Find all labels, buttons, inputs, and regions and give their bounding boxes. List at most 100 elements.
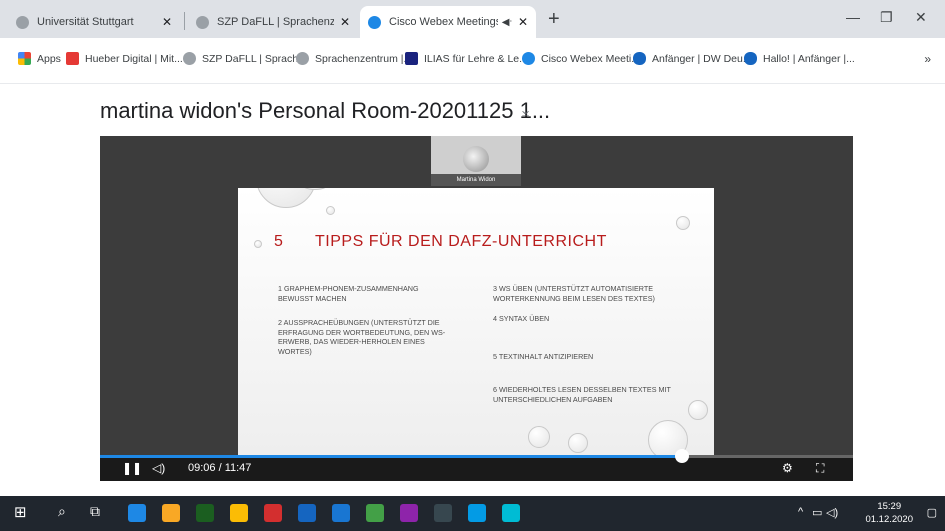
bookmark-label: Hallo! | Anfänger |... bbox=[763, 52, 855, 65]
windows-taskbar: ⊞ ⌕ ⧉ ^ ▭ ◁) 15:29 01.12.2020 ▢ bbox=[0, 496, 945, 531]
bookmark-dw-anfaenger[interactable]: Anfänger | DW Deu... bbox=[633, 52, 752, 65]
ilias-icon bbox=[405, 52, 418, 65]
tray-overflow-icon[interactable]: ^ bbox=[798, 506, 803, 518]
windows-start-icon[interactable]: ⊞ bbox=[14, 503, 27, 521]
clock-date: 01.12.2020 bbox=[865, 514, 913, 525]
volume-icon[interactable]: ◁) bbox=[152, 461, 165, 475]
bookmark-apps[interactable]: Apps bbox=[18, 52, 61, 65]
seek-handle[interactable] bbox=[675, 449, 689, 463]
dw-icon bbox=[633, 52, 646, 65]
slide-decoration-bubble bbox=[326, 206, 335, 215]
file-explorer-icon[interactable] bbox=[162, 504, 180, 522]
bookmark-label: Hueber Digital | Mit... bbox=[85, 52, 183, 65]
bookmark-cisco-webex[interactable]: Cisco Webex Meeti... bbox=[522, 52, 640, 65]
outlook-icon[interactable] bbox=[332, 504, 350, 522]
bookmarks-bar: Apps Hueber Digital | Mit... SZP DaFLL |… bbox=[0, 38, 945, 84]
bookmark-label: ILIAS für Lehre & Le... bbox=[424, 52, 528, 65]
slide-decoration-bubble bbox=[528, 426, 550, 448]
bookmark-label: Sprachenzentrum |... bbox=[315, 52, 413, 65]
player-control-bar: ❚❚ ◁) 09:06 / 11:47 ⚙ ⛶ bbox=[100, 449, 853, 481]
uni-favicon-icon bbox=[16, 15, 29, 29]
restore-window-button[interactable]: ❐ bbox=[880, 9, 893, 26]
settings-gear-icon[interactable]: ⚙ bbox=[782, 461, 793, 475]
bookmarks-overflow-icon[interactable]: » bbox=[924, 52, 931, 66]
acrobat-icon[interactable] bbox=[264, 504, 282, 522]
video-player[interactable]: Martina Widon 5 TIPPS FÜR DEN DAFZ-UNTER… bbox=[100, 136, 853, 481]
bookmark-hueber[interactable]: Hueber Digital | Mit... bbox=[66, 52, 183, 65]
slide-bullet-left-2: 2 Ausspracheübungen (unterstützt die Erf… bbox=[278, 318, 446, 356]
edge-icon[interactable] bbox=[128, 504, 146, 522]
recording-title: martina widon's Personal Room-20201125 1… bbox=[100, 98, 551, 123]
slide-decoration-bubble bbox=[256, 188, 316, 208]
tab-szp-dafll[interactable]: SZP DaFLL | Sprachenzentrum | U ✕ bbox=[188, 6, 358, 38]
fullscreen-icon[interactable]: ⛶ bbox=[816, 461, 824, 476]
slide-bullet-left-1: 1 Graphem-Phonem-Zusammenhang bewusst ma… bbox=[278, 284, 419, 303]
tab-title: Cisco Webex Meetings - Rep bbox=[389, 16, 498, 28]
slide-bullet-right-1: 3 Ws üben (unterstützt automatisierte Wo… bbox=[493, 284, 655, 303]
notifications-icon[interactable]: ▢ bbox=[927, 506, 937, 519]
new-tab-button[interactable]: + bbox=[548, 8, 560, 31]
tab-universitaet-stuttgart[interactable]: Universität Stuttgart ✕ bbox=[8, 6, 180, 38]
tab-cisco-webex[interactable]: Cisco Webex Meetings - Rep ◀ᐧ ✕ bbox=[360, 6, 536, 38]
tab-title: Universität Stuttgart bbox=[37, 16, 134, 28]
excel-icon[interactable] bbox=[196, 504, 214, 522]
speaker-icon[interactable]: ◁) bbox=[826, 506, 838, 519]
uni-favicon-icon bbox=[196, 15, 209, 29]
bookmark-szp-dafll[interactable]: SZP DaFLL | Sprach... bbox=[183, 52, 307, 65]
word-icon[interactable] bbox=[298, 504, 316, 522]
clock-time: 15:29 bbox=[877, 501, 902, 512]
bookmark-ilias[interactable]: ILIAS für Lehre & Le... bbox=[405, 52, 528, 65]
bookmark-sprachenzentrum[interactable]: Sprachenzentrum |... bbox=[296, 52, 412, 65]
uni-icon bbox=[183, 52, 196, 65]
download-icon[interactable]: ⤓ bbox=[522, 102, 529, 120]
apps-grid-icon bbox=[18, 52, 31, 65]
dw-icon bbox=[744, 52, 757, 65]
minimize-window-button[interactable]: — bbox=[846, 9, 860, 25]
shared-slide: 5 TIPPS FÜR DEN DAFZ-UNTERRICHT 1 Graphe… bbox=[238, 188, 714, 456]
browser-tab-strip: Universität Stuttgart ✕ SZP DaFLL | Spra… bbox=[0, 0, 945, 38]
skype-icon[interactable] bbox=[468, 504, 486, 522]
close-tab-icon[interactable]: ✕ bbox=[162, 15, 172, 29]
network-icon[interactable]: ▭ bbox=[812, 506, 822, 519]
progress-bar-remaining[interactable] bbox=[682, 455, 853, 458]
slide-decoration-bubble bbox=[676, 216, 690, 230]
slide-number: 5 bbox=[274, 233, 284, 250]
slide-decoration-bubble bbox=[568, 433, 588, 453]
close-tab-icon[interactable]: ✕ bbox=[518, 15, 528, 29]
participant-avatar bbox=[463, 146, 489, 172]
chrome-icon[interactable] bbox=[230, 504, 248, 522]
task-view-icon[interactable]: ⧉ bbox=[90, 503, 100, 520]
webex-icon[interactable] bbox=[502, 504, 520, 522]
pause-icon[interactable]: ❚❚ bbox=[122, 461, 142, 475]
webex-favicon-icon bbox=[368, 15, 381, 29]
app-ez-icon[interactable] bbox=[434, 504, 452, 522]
paint-icon[interactable] bbox=[400, 504, 418, 522]
screen: Universität Stuttgart ✕ SZP DaFLL | Spra… bbox=[0, 0, 945, 531]
close-tab-icon[interactable]: ✕ bbox=[340, 15, 350, 29]
uni-icon bbox=[296, 52, 309, 65]
audio-playing-icon[interactable]: ◀ᐧ bbox=[502, 17, 512, 28]
search-icon[interactable]: ⌕ bbox=[58, 503, 66, 520]
close-window-button[interactable]: ✕ bbox=[915, 9, 927, 26]
playback-time: 09:06 / 11:47 bbox=[188, 462, 252, 474]
slide-bullet-right-3: 5 Textinhalt antizipieren bbox=[493, 352, 594, 361]
tab-title: SZP DaFLL | Sprachenzentrum | U bbox=[217, 16, 334, 28]
slide-bullet-right-2: 4 Syntax üben bbox=[493, 314, 550, 323]
participant-video-thumbnail: Martina Widon bbox=[431, 136, 521, 186]
bookmark-label: Apps bbox=[37, 52, 61, 65]
browser-icon[interactable] bbox=[366, 504, 384, 522]
bookmark-hallo-anfaenger[interactable]: Hallo! | Anfänger |... bbox=[744, 52, 855, 65]
bookmark-label: Anfänger | DW Deu... bbox=[652, 52, 752, 65]
slide-heading-text: TIPPS FÜR DEN DAFZ-UNTERRICHT bbox=[315, 233, 607, 250]
tab-divider bbox=[184, 12, 185, 30]
slide-bullet-right-4: 6 Wiederholtes Lesen desselben Textes mi… bbox=[493, 385, 671, 404]
bookmark-label: Cisco Webex Meeti... bbox=[541, 52, 641, 65]
bookmark-label: SZP DaFLL | Sprach... bbox=[202, 52, 307, 65]
webex-icon bbox=[522, 52, 535, 65]
participant-name: Martina Widon bbox=[431, 174, 521, 186]
hueber-icon bbox=[66, 52, 79, 65]
slide-heading: 5 TIPPS FÜR DEN DAFZ-UNTERRICHT bbox=[274, 233, 607, 251]
progress-bar-played[interactable] bbox=[100, 455, 682, 458]
slide-decoration-bubble bbox=[254, 240, 262, 248]
system-clock[interactable]: 15:29 01.12.2020 bbox=[865, 500, 913, 526]
